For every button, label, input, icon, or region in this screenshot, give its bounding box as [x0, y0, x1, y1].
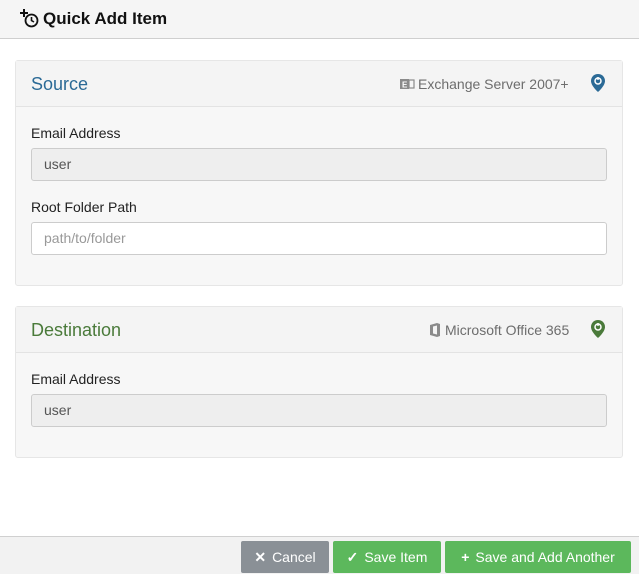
dialog-title: Quick Add Item: [43, 9, 168, 28]
destination-title: Destination: [31, 320, 122, 340]
dialog-header: Quick Add Item: [0, 0, 639, 39]
destination-email-field[interactable]: user: [31, 394, 607, 427]
destination-panel: Destination Microsoft Office 365 Email A…: [15, 306, 623, 458]
destination-panel-header: Destination Microsoft Office 365: [16, 307, 622, 353]
destination-email-label: Email Address: [31, 371, 121, 387]
add-clock-icon: [20, 9, 39, 28]
source-panel-header: Source E Exchange Server 2007+: [16, 61, 622, 107]
source-email-field[interactable]: user: [31, 148, 607, 181]
root-folder-label: Root Folder Path: [31, 199, 137, 215]
save-add-label: Save and Add Another: [475, 549, 615, 565]
map-pin-icon[interactable]: [590, 73, 606, 93]
check-icon: ✓: [346, 549, 359, 565]
source-panel: Source E Exchange Server 2007+ Email Add…: [15, 60, 623, 286]
dialog-footer: ✕ Cancel ✓ Save Item + Save and Add Another: [0, 536, 639, 574]
save-label: Save Item: [364, 549, 428, 565]
source-title: Source: [31, 74, 89, 94]
plus-icon: +: [461, 549, 470, 565]
source-email-label: Email Address: [31, 125, 121, 141]
save-and-add-another-button[interactable]: + Save and Add Another: [445, 541, 631, 573]
office-icon: [430, 323, 440, 337]
cancel-label: Cancel: [272, 549, 316, 565]
destination-server-label: Microsoft Office 365: [445, 322, 570, 338]
cancel-button[interactable]: ✕ Cancel: [241, 541, 329, 573]
source-server-label: Exchange Server 2007+: [418, 76, 569, 92]
map-pin-icon[interactable]: [590, 319, 606, 339]
exchange-icon: E: [400, 79, 415, 90]
close-icon: ✕: [254, 549, 267, 565]
root-folder-path-input[interactable]: path/to/folder: [31, 222, 607, 255]
svg-text:E: E: [402, 81, 408, 90]
save-item-button[interactable]: ✓ Save Item: [333, 541, 441, 573]
